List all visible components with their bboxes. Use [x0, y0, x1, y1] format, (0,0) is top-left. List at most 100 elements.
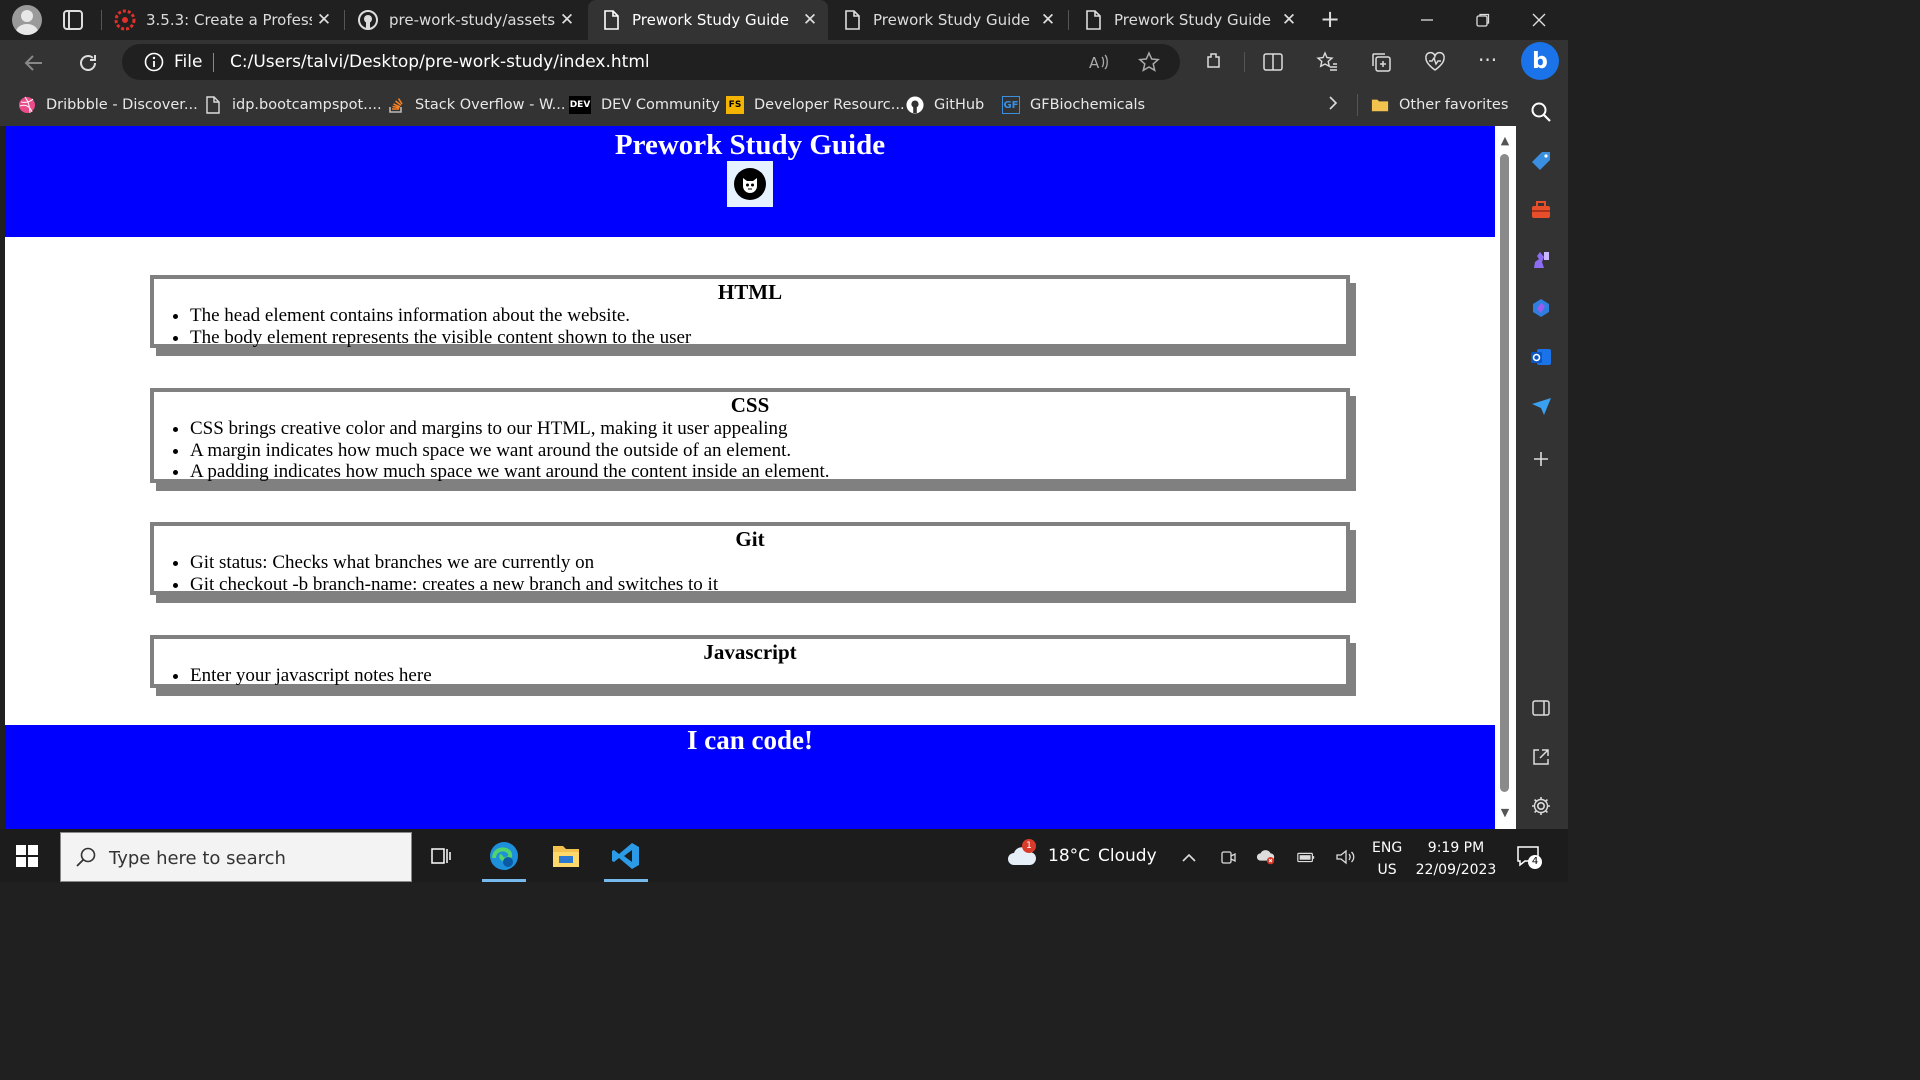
tab-bootcamp[interactable]: 3.5.3: Create a Profession ✕ — [102, 0, 342, 40]
favorite-dribbble[interactable]: Dribbble - Discover... — [18, 94, 198, 116]
chevron-right-icon[interactable] — [1327, 94, 1339, 117]
bing-copilot-icon[interactable]: b — [1521, 42, 1559, 80]
clock-date: 22/09/2023 — [1415, 862, 1497, 878]
scroll-up-icon[interactable]: ▲ — [1497, 134, 1513, 148]
tab-strip: 3.5.3: Create a Profession ✕ pre-work-st… — [0, 0, 1568, 40]
close-tab-icon[interactable]: ✕ — [557, 10, 577, 30]
chevron-up-icon[interactable] — [1179, 847, 1199, 867]
restore-icon[interactable] — [1455, 0, 1511, 40]
close-tab-icon[interactable]: ✕ — [314, 10, 334, 30]
other-favorites-folder[interactable]: Other favorites — [1371, 94, 1508, 116]
favorite-gfbiochemicals[interactable]: GF GFBiochemicals — [1002, 94, 1145, 116]
settings-icon[interactable] — [1529, 794, 1553, 818]
close-window-icon[interactable] — [1511, 0, 1567, 40]
favorite-github[interactable]: GitHub — [906, 94, 984, 116]
footer-text: I can code! — [687, 725, 813, 755]
scroll-down-icon[interactable]: ▼ — [1497, 806, 1513, 820]
extensions-icon[interactable] — [1203, 51, 1225, 73]
close-tab-icon[interactable]: ✕ — [800, 10, 820, 30]
section-heading: HTML — [717, 280, 783, 304]
open-external-icon[interactable] — [1529, 745, 1553, 769]
tab-title: 3.5.3: Create a Profession — [146, 11, 312, 29]
windows-start-icon[interactable] — [14, 843, 40, 869]
favorite-bootcampspot[interactable]: idp.bootcampspot.... — [204, 94, 382, 116]
file-explorer-icon[interactable] — [540, 833, 592, 879]
clock[interactable]: 9:19 PM 22/09/2023 — [1414, 837, 1498, 881]
minimize-icon[interactable] — [1399, 0, 1455, 40]
github-icon — [906, 96, 924, 114]
scrollbar-thumb[interactable] — [1500, 154, 1509, 792]
github-icon — [357, 9, 379, 31]
close-tab-icon[interactable]: ✕ — [1279, 10, 1299, 30]
tab-prework-active[interactable]: Prework Study Guide ✕ — [588, 0, 828, 40]
back-icon[interactable] — [19, 48, 49, 78]
close-tab-icon[interactable]: ✕ — [1038, 10, 1058, 30]
vscode-icon[interactable] — [600, 833, 652, 882]
other-favorites-label: Other favorites — [1399, 97, 1509, 113]
info-icon[interactable] — [144, 52, 164, 72]
address-bar[interactable]: File C:/Users/talvi/Desktop/pre-work-stu… — [122, 44, 1180, 80]
edge-app-icon[interactable] — [478, 833, 530, 882]
profile-avatar[interactable] — [12, 5, 42, 35]
shopping-tag-icon[interactable] — [1529, 149, 1553, 173]
edge-sidebar — [1516, 84, 1568, 829]
battery-icon[interactable] — [1296, 847, 1316, 867]
svg-text:A: A — [1089, 54, 1100, 72]
tools-icon[interactable] — [1529, 198, 1553, 222]
section-html: HTML The head element contains informati… — [150, 275, 1350, 348]
read-aloud-icon[interactable]: A — [1088, 51, 1110, 73]
folder-icon — [1371, 96, 1389, 114]
onedrive-error-icon[interactable] — [1256, 847, 1276, 867]
tab-title: Prework Study Guide — [632, 11, 790, 29]
refresh-icon[interactable] — [73, 48, 103, 78]
url-text[interactable]: C:/Users/talvi/Desktop/pre-work-study/in… — [230, 52, 650, 72]
copilot-icon[interactable] — [1529, 296, 1553, 320]
more-options-icon[interactable]: ··· — [1478, 50, 1500, 73]
favorite-developer-resources[interactable]: FS Developer Resourc... — [726, 94, 905, 116]
section-git: Git Git status: Checks what branches we … — [150, 522, 1350, 595]
tab-title: pre-work-study/assets/sty — [389, 11, 555, 29]
games-icon[interactable] — [1529, 247, 1553, 271]
tab-actions-icon[interactable] — [60, 8, 86, 32]
favorite-label: idp.bootcampspot.... — [232, 97, 382, 113]
page-icon — [600, 9, 622, 31]
tab-prework[interactable]: Prework Study Guide ✕ — [1070, 0, 1307, 40]
bootcamp-icon — [114, 9, 136, 31]
search-icon[interactable] — [1529, 100, 1553, 124]
clock-time: 9:19 PM — [1427, 840, 1485, 856]
notification-icon[interactable]: 4 — [1516, 845, 1542, 869]
tab-prework[interactable]: Prework Study Guide ✕ — [829, 0, 1066, 40]
section-heading: Javascript — [703, 640, 797, 664]
new-tab-icon[interactable]: + — [1316, 6, 1344, 34]
favorites-icon[interactable] — [1316, 51, 1338, 73]
drop-icon[interactable] — [1529, 394, 1553, 418]
note-item: A padding indicates how much space we wa… — [190, 461, 1346, 483]
volume-icon[interactable] — [1335, 847, 1355, 867]
language-indicator[interactable]: ENG US — [1372, 837, 1402, 881]
favorite-label: GitHub — [934, 97, 985, 113]
split-screen-icon[interactable] — [1262, 51, 1284, 73]
hide-sidebar-icon[interactable] — [1529, 696, 1553, 720]
favorite-dev[interactable]: DEV DEV Community — [569, 94, 720, 116]
meet-now-icon[interactable] — [1218, 847, 1238, 867]
outlook-icon[interactable] — [1529, 345, 1553, 369]
note-item: Enter your javascript notes here — [190, 665, 1346, 687]
tab-github[interactable]: pre-work-study/assets/sty ✕ — [345, 0, 585, 40]
notes-list: Git status: Checks what branches we are … — [190, 552, 1346, 595]
favorite-stackoverflow[interactable]: Stack Overflow - W... — [387, 94, 565, 116]
section-javascript: Javascript Enter your javascript notes h… — [150, 635, 1350, 688]
browser-essentials-icon[interactable] — [1424, 51, 1446, 73]
taskbar-search[interactable]: Type here to search — [60, 832, 412, 882]
language-code: ENG — [1372, 840, 1403, 856]
section-heading: Git — [735, 527, 765, 551]
divider — [1357, 94, 1358, 116]
page-icon — [1082, 9, 1104, 31]
weather-widget[interactable]: 1 18°C Cloudy — [1006, 839, 1157, 871]
scheme-label: File — [174, 52, 203, 72]
collections-icon[interactable] — [1370, 51, 1392, 73]
page-icon — [841, 9, 863, 31]
favorite-star-icon[interactable] — [1137, 51, 1161, 73]
add-icon[interactable] — [1529, 447, 1553, 471]
section-css: CSS CSS brings creative color and margin… — [150, 388, 1350, 483]
task-view-icon[interactable] — [415, 833, 467, 879]
